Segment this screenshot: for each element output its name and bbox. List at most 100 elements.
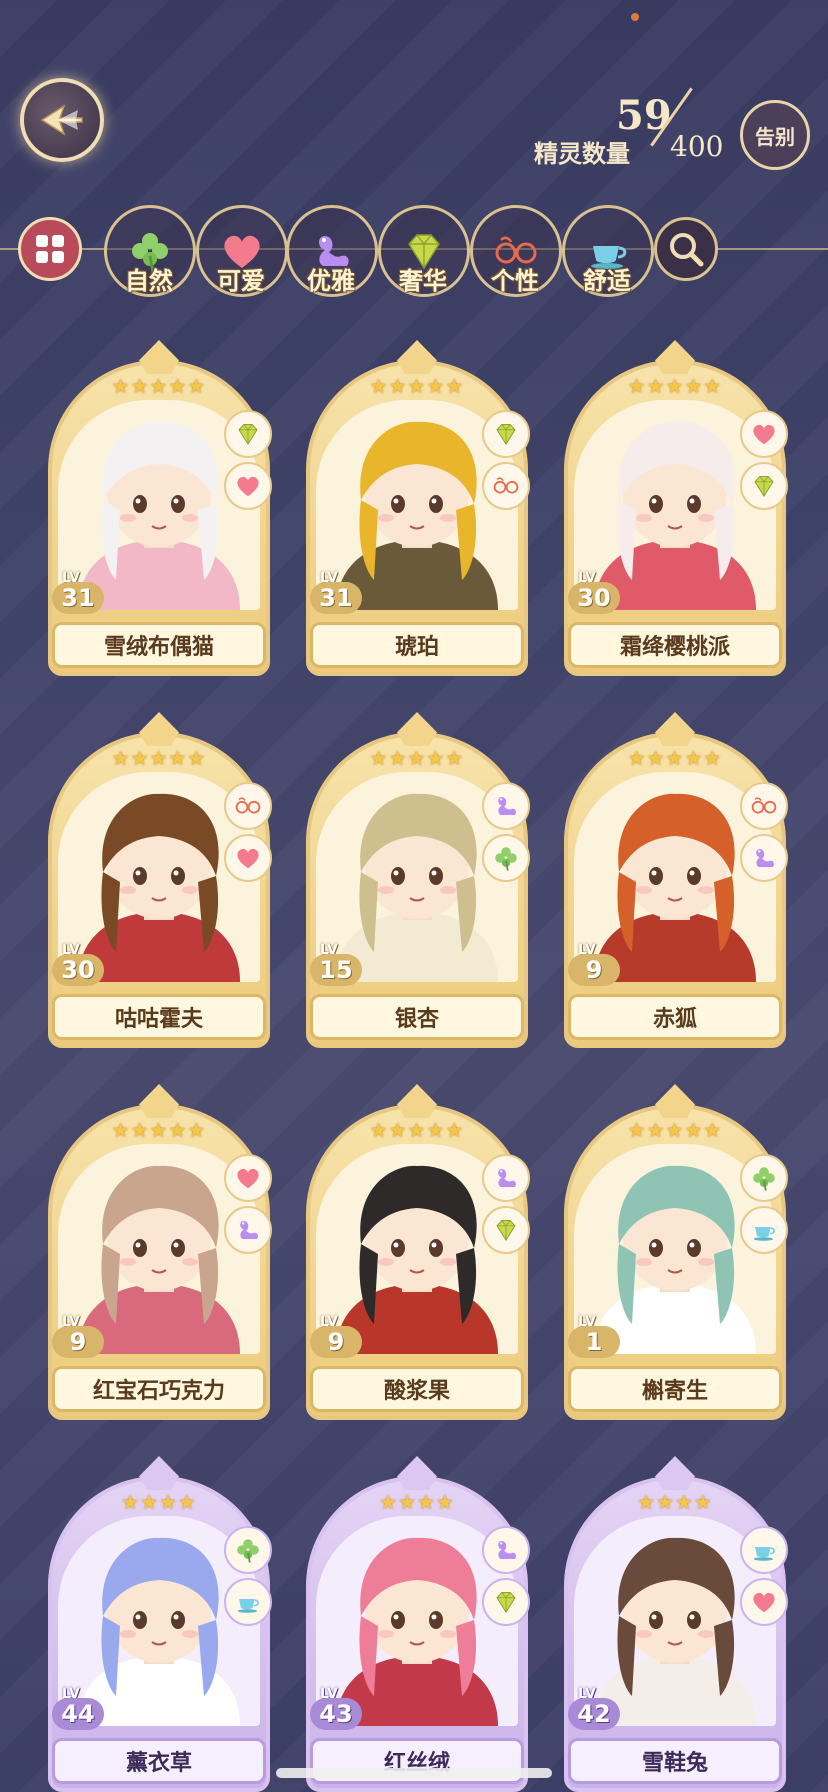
filter-label: 个性 (491, 267, 539, 295)
spirit-name: 咕咕霍夫 (52, 994, 266, 1040)
spirit-name: 红宝石巧克力 (52, 1366, 266, 1412)
level-value: 31 (310, 582, 362, 614)
spirit-card[interactable]: ★★★★★ LV 30 霜绛樱桃派 (564, 340, 788, 676)
home-indicator (276, 1768, 552, 1778)
level-value: 1 (568, 1326, 620, 1358)
search-icon (654, 217, 718, 281)
spirit-card[interactable]: ★★★★★ LV 31 琥珀 (306, 340, 530, 676)
level-badge: LV 43 (310, 1686, 370, 1736)
swan-icon (740, 834, 788, 882)
level-badge: LV 44 (52, 1686, 112, 1736)
card-crown-ornament (397, 1084, 437, 1118)
heart-icon (224, 1154, 272, 1202)
filter-label: 自然 (125, 267, 173, 295)
grid-icon (18, 217, 82, 281)
diamond-icon (740, 462, 788, 510)
card-crown-ornament (655, 712, 695, 746)
card-crown-ornament (139, 340, 179, 374)
rarity-stars: ★★★★★ (111, 374, 207, 398)
level-value: 44 (52, 1698, 104, 1730)
rarity-stars: ★★★★★ (627, 746, 723, 770)
level-badge: LV 31 (52, 570, 112, 620)
level-value: 15 (310, 954, 362, 986)
diamond-icon (482, 1578, 530, 1626)
spirit-card[interactable]: ★★★★★ LV 1 槲寄生 (564, 1084, 788, 1420)
rarity-stars: ★★★★★ (627, 374, 723, 398)
filter-comfort[interactable]: 舒适 (562, 205, 658, 301)
spirit-card[interactable]: ★★★★ LV 43 红丝绒 (306, 1456, 530, 1792)
rarity-stars: ★★★★ (637, 1490, 713, 1514)
filter-personality[interactable]: 个性 (470, 205, 566, 301)
rarity-stars: ★★★★ (121, 1490, 197, 1514)
filter-elegant[interactable]: 优雅 (286, 205, 382, 301)
spirit-card[interactable]: ★★★★★ LV 9 红宝石巧克力 (48, 1084, 272, 1420)
spirit-card[interactable]: ★★★★★ LV 31 雪绒布偶猫 (48, 340, 272, 676)
card-crown-ornament (655, 340, 695, 374)
heart-icon (740, 410, 788, 458)
card-crown-ornament (655, 1456, 695, 1490)
back-button[interactable] (20, 78, 104, 162)
card-crown-ornament (139, 1084, 179, 1118)
back-arrow-icon (40, 104, 83, 136)
filter-label: 优雅 (307, 267, 355, 295)
level-badge: LV 15 (310, 942, 370, 992)
spirit-name: 雪鞋兔 (568, 1738, 782, 1784)
card-crown-ornament (397, 1456, 437, 1490)
spirit-card[interactable]: ★★★★ LV 42 雪鞋兔 (564, 1456, 788, 1792)
card-crown-ornament (397, 712, 437, 746)
spirit-name: 琥珀 (310, 622, 524, 668)
level-badge: LV 30 (52, 942, 112, 992)
rarity-stars: ★★★★★ (369, 746, 465, 770)
glasses-icon (224, 782, 272, 830)
clover-icon (482, 834, 530, 882)
level-value: 31 (52, 582, 104, 614)
spirit-name: 银杏 (310, 994, 524, 1040)
filter-all[interactable] (18, 205, 114, 301)
level-value: 9 (52, 1326, 104, 1358)
filter-label: 奢华 (399, 267, 447, 295)
filter-search[interactable] (654, 205, 750, 301)
swan-icon (482, 782, 530, 830)
level-badge: LV 9 (52, 1314, 112, 1364)
spirit-name: 槲寄生 (568, 1366, 782, 1412)
heart-icon (224, 834, 272, 882)
spirit-count-label: 精灵数量 (534, 140, 630, 168)
swan-icon (482, 1154, 530, 1202)
card-crown-ornament (655, 1084, 695, 1118)
card-crown-ornament (397, 340, 437, 374)
glasses-icon (482, 462, 530, 510)
notification-dot (631, 13, 639, 21)
filter-luxury[interactable]: 奢华 (378, 205, 474, 301)
spirit-count-current: 59 (616, 92, 672, 139)
spirit-name: 雪绒布偶猫 (52, 622, 266, 668)
card-crown-ornament (139, 712, 179, 746)
spirit-name: 赤狐 (568, 994, 782, 1040)
level-value: 30 (568, 582, 620, 614)
teacup-icon (740, 1206, 788, 1254)
glasses-icon (740, 782, 788, 830)
spirit-name: 薰衣草 (52, 1738, 266, 1784)
clover-icon (224, 1526, 272, 1574)
rarity-stars: ★★★★★ (369, 1118, 465, 1142)
rarity-stars: ★★★★★ (369, 374, 465, 398)
diamond-icon (482, 410, 530, 458)
level-badge: LV 31 (310, 570, 370, 620)
filter-nature[interactable]: 自然 (104, 205, 200, 301)
swan-icon (224, 1206, 272, 1254)
level-badge: LV 30 (568, 570, 628, 620)
rarity-stars: ★★★★ (379, 1490, 455, 1514)
level-badge: LV 1 (568, 1314, 628, 1364)
spirit-card[interactable]: ★★★★★ LV 30 咕咕霍夫 (48, 712, 272, 1048)
filter-label: 可爱 (217, 267, 265, 295)
farewell-button[interactable]: 告别 (740, 100, 810, 170)
spirit-card[interactable]: ★★★★★ LV 9 赤狐 (564, 712, 788, 1048)
clover-icon (740, 1154, 788, 1202)
heart-icon (224, 462, 272, 510)
spirit-card[interactable]: ★★★★ LV 44 薰衣草 (48, 1456, 272, 1792)
card-crown-ornament (139, 1456, 179, 1490)
spirit-card[interactable]: ★★★★★ LV 9 酸浆果 (306, 1084, 530, 1420)
level-badge: LV 9 (568, 942, 628, 992)
spirit-card[interactable]: ★★★★★ LV 15 银杏 (306, 712, 530, 1048)
spirit-count-max: 400 (670, 130, 724, 163)
filter-cute[interactable]: 可爱 (196, 205, 292, 301)
